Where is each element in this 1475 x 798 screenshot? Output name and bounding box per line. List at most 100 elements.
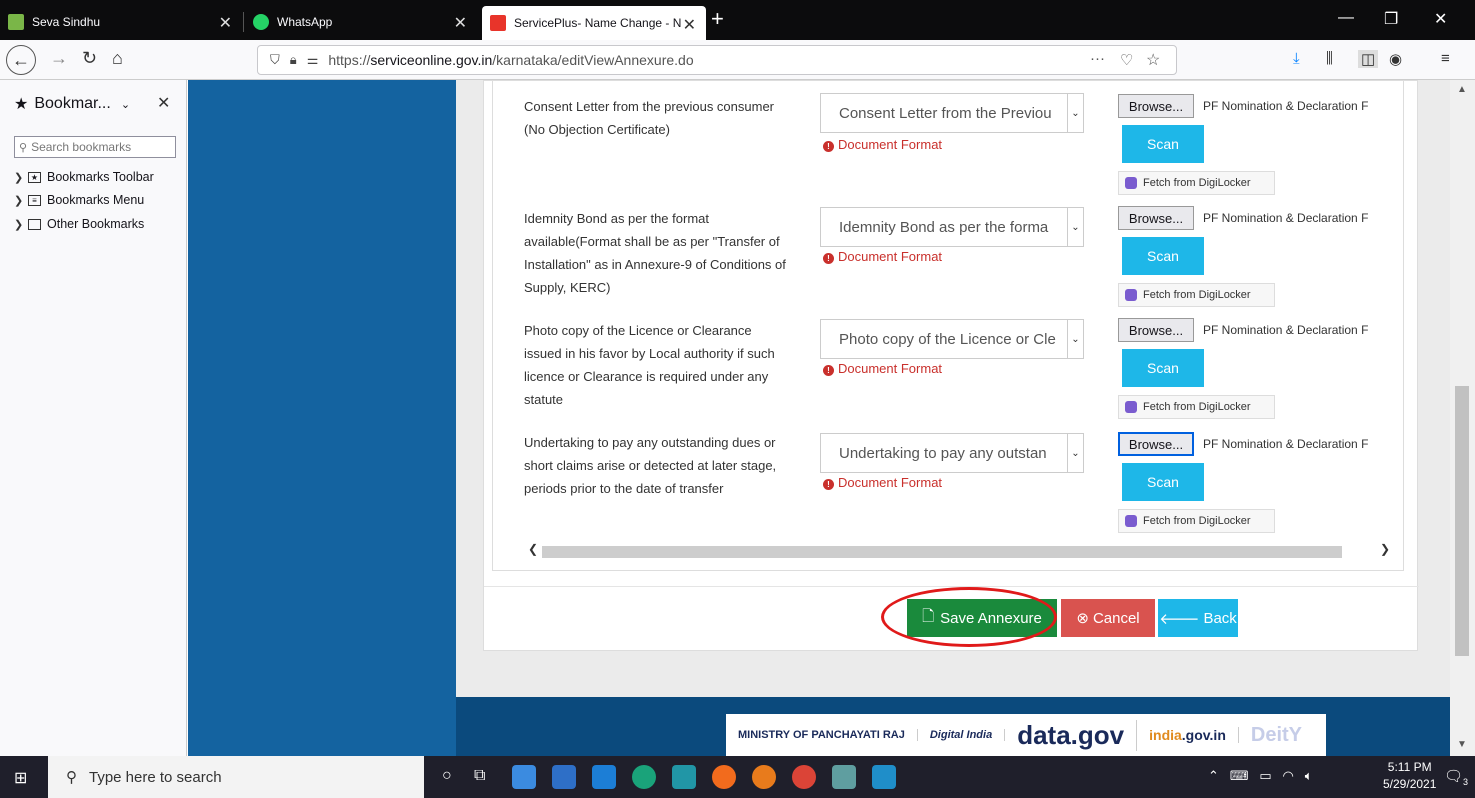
fetch-digilocker-button[interactable]: Fetch from DigiLocker: [1118, 509, 1275, 533]
pocket-icon[interactable]: ♡: [1120, 51, 1133, 69]
browse-button[interactable]: Browse...: [1118, 206, 1194, 230]
search-icon: ⚲: [19, 141, 28, 154]
scroll-right-icon[interactable]: ❯: [1380, 542, 1390, 556]
cancel-button[interactable]: ⊗ Cancel: [1061, 599, 1155, 637]
scan-button[interactable]: Scan: [1122, 237, 1204, 275]
taskbar-search-input[interactable]: ⚲ Type here to search: [48, 756, 424, 798]
scroll-up-icon[interactable]: ▲: [1457, 84, 1467, 95]
task-view-icon[interactable]: ⧉: [474, 767, 485, 785]
document-format-link[interactable]: ! Document Format: [823, 137, 942, 152]
url-path: /karnataka/editViewAnnexure.do: [492, 52, 694, 68]
browse-button[interactable]: Browse...: [1118, 318, 1194, 342]
datagov-logo[interactable]: data.gov: [1005, 719, 1138, 751]
chrome-icon[interactable]: [792, 765, 816, 789]
download-icon[interactable]: ⤓: [1293, 50, 1300, 67]
wifi-icon[interactable]: ◠: [1283, 768, 1294, 783]
cortana-icon[interactable]: ○: [442, 767, 452, 785]
ministry-logo[interactable]: MINISTRY OF PANCHAYATI RAJ: [726, 729, 918, 741]
digital-india-logo[interactable]: Digital India: [918, 729, 1006, 741]
close-window-icon[interactable]: ✕: [1434, 9, 1447, 29]
scan-button[interactable]: Scan: [1122, 463, 1204, 501]
document-type-select[interactable]: Idemnity Bond as per the forma ⌄: [820, 207, 1084, 247]
fetch-digilocker-button[interactable]: Fetch from DigiLocker: [1118, 395, 1275, 419]
permissions-icon[interactable]: ⚌: [307, 52, 319, 68]
close-tab-icon[interactable]: ✕: [219, 13, 232, 33]
chevron-up-icon[interactable]: ⌃: [1208, 768, 1219, 783]
keyboard-icon[interactable]: ⌨: [1230, 768, 1249, 783]
system-tray[interactable]: ⌃ ⌨ ▭ ◠ 🔈︎: [1208, 768, 1313, 784]
forward-arrow-icon[interactable]: →: [50, 48, 68, 69]
minimize-icon[interactable]: —: [1338, 9, 1354, 27]
sidebar-toggle-icon[interactable]: ◫: [1358, 50, 1379, 68]
save-annexure-button[interactable]: 🗋 Save Annexure: [907, 599, 1057, 637]
app-icon[interactable]: [832, 765, 856, 789]
browse-button[interactable]: Browse...: [1118, 94, 1194, 118]
digilocker-icon: [1125, 177, 1137, 189]
document-format-link[interactable]: ! Document Format: [823, 249, 942, 264]
account-icon[interactable]: ◉: [1389, 50, 1402, 68]
new-tab-icon[interactable]: +: [711, 6, 724, 32]
clock[interactable]: 5:11 PM 5/29/2021: [1383, 759, 1436, 793]
lock-icon[interactable]: 🔒︎: [290, 52, 297, 68]
document-type-select[interactable]: Consent Letter from the Previou ⌄: [820, 93, 1084, 133]
vertical-scrollbar[interactable]: ▲ ▼: [1450, 80, 1475, 756]
scan-button[interactable]: Scan: [1122, 125, 1204, 163]
app-icon[interactable]: [672, 765, 696, 789]
brave-icon[interactable]: [712, 765, 736, 789]
bookmark-star-icon[interactable]: ☆: [1146, 50, 1160, 70]
photos-icon[interactable]: [872, 765, 896, 789]
windows-taskbar: ⊞ ⚲ Type here to search ○ ⧉ ⌃ ⌨ ▭ ◠ 🔈︎ 5…: [0, 756, 1475, 798]
scroll-down-icon[interactable]: ▼: [1457, 739, 1467, 750]
scrollbar-thumb[interactable]: [542, 546, 1342, 558]
sidebar-header[interactable]: ★ Bookmar... ⌄: [14, 94, 130, 114]
menu-icon[interactable]: ≡: [1441, 50, 1450, 67]
horizontal-scrollbar[interactable]: ❮ ❯: [524, 542, 1394, 560]
restore-icon[interactable]: ❐: [1384, 9, 1398, 29]
library-icon[interactable]: ⫼: [1326, 50, 1333, 67]
tab-seva-sindhu[interactable]: Seva Sindhu ✕: [0, 4, 242, 40]
fetch-digilocker-button[interactable]: Fetch from DigiLocker: [1118, 283, 1275, 307]
tab-serviceplus[interactable]: ServicePlus- Name Change - N ✕: [482, 6, 706, 40]
scan-button[interactable]: Scan: [1122, 349, 1204, 387]
reload-icon[interactable]: ↻: [82, 48, 97, 69]
scrollbar-thumb[interactable]: [1455, 386, 1469, 656]
deity-logo[interactable]: DeitY: [1239, 724, 1314, 747]
document-type-select[interactable]: Photo copy of the Licence or Cle ⌄: [820, 319, 1084, 359]
search-bookmarks-input[interactable]: ⚲ Search bookmarks: [14, 136, 176, 158]
notification-icon[interactable]: 🗨︎3: [1444, 767, 1468, 787]
document-format-link[interactable]: ! Document Format: [823, 361, 942, 376]
close-tab-icon[interactable]: ✕: [454, 13, 467, 33]
selected-value: Undertaking to pay any outstan: [839, 444, 1047, 462]
tab-whatsapp[interactable]: WhatsApp ✕: [245, 4, 477, 40]
home-icon[interactable]: ⌂: [112, 48, 123, 69]
sidebar-item-other-bookmarks[interactable]: ❯ Other Bookmarks: [14, 217, 144, 231]
sidebar-item-bookmarks-toolbar[interactable]: ❯ ★ Bookmarks Toolbar: [14, 170, 154, 184]
sidebar-item-bookmarks-menu[interactable]: ❯ ≡ Bookmarks Menu: [14, 193, 144, 207]
info-icon: !: [823, 253, 834, 264]
close-tab-icon[interactable]: ✕: [683, 15, 696, 35]
fetch-digilocker-button[interactable]: Fetch from DigiLocker: [1118, 171, 1275, 195]
back-arrow-icon[interactable]: ←: [6, 45, 36, 75]
browse-button[interactable]: Browse...: [1118, 432, 1194, 456]
india-gov-logo[interactable]: india.gov.in: [1137, 727, 1239, 743]
selected-file-name: PF Nomination & Declaration F: [1203, 99, 1369, 113]
document-format-link[interactable]: ! Document Format: [823, 475, 942, 490]
chevron-down-icon: ⌄: [120, 98, 131, 111]
windows-start-icon[interactable]: ⊞: [14, 768, 27, 788]
volume-icon[interactable]: 🔈︎: [1305, 768, 1313, 783]
shield-icon[interactable]: ⛉: [270, 52, 280, 68]
scroll-left-icon[interactable]: ❮: [528, 542, 538, 556]
firefox-icon[interactable]: [752, 765, 776, 789]
store-icon[interactable]: [552, 765, 576, 789]
battery-icon[interactable]: ▭: [1259, 768, 1271, 783]
whatsapp-favicon-icon: [253, 14, 269, 30]
file-explorer-icon[interactable]: [512, 765, 536, 789]
url-bar[interactable]: ⛉ 🔒︎ ⚌ https:// serviceonline.gov.in /ka…: [257, 45, 1177, 75]
edge-icon[interactable]: [632, 765, 656, 789]
document-type-select[interactable]: Undertaking to pay any outstan ⌄: [820, 433, 1084, 473]
chevron-down-icon: ⌄: [1067, 94, 1083, 132]
page-actions-icon[interactable]: ···: [1090, 50, 1105, 67]
mail-icon[interactable]: [592, 765, 616, 789]
close-sidebar-icon[interactable]: ✕: [157, 93, 170, 113]
back-button[interactable]: 🡐 Back: [1158, 599, 1238, 637]
